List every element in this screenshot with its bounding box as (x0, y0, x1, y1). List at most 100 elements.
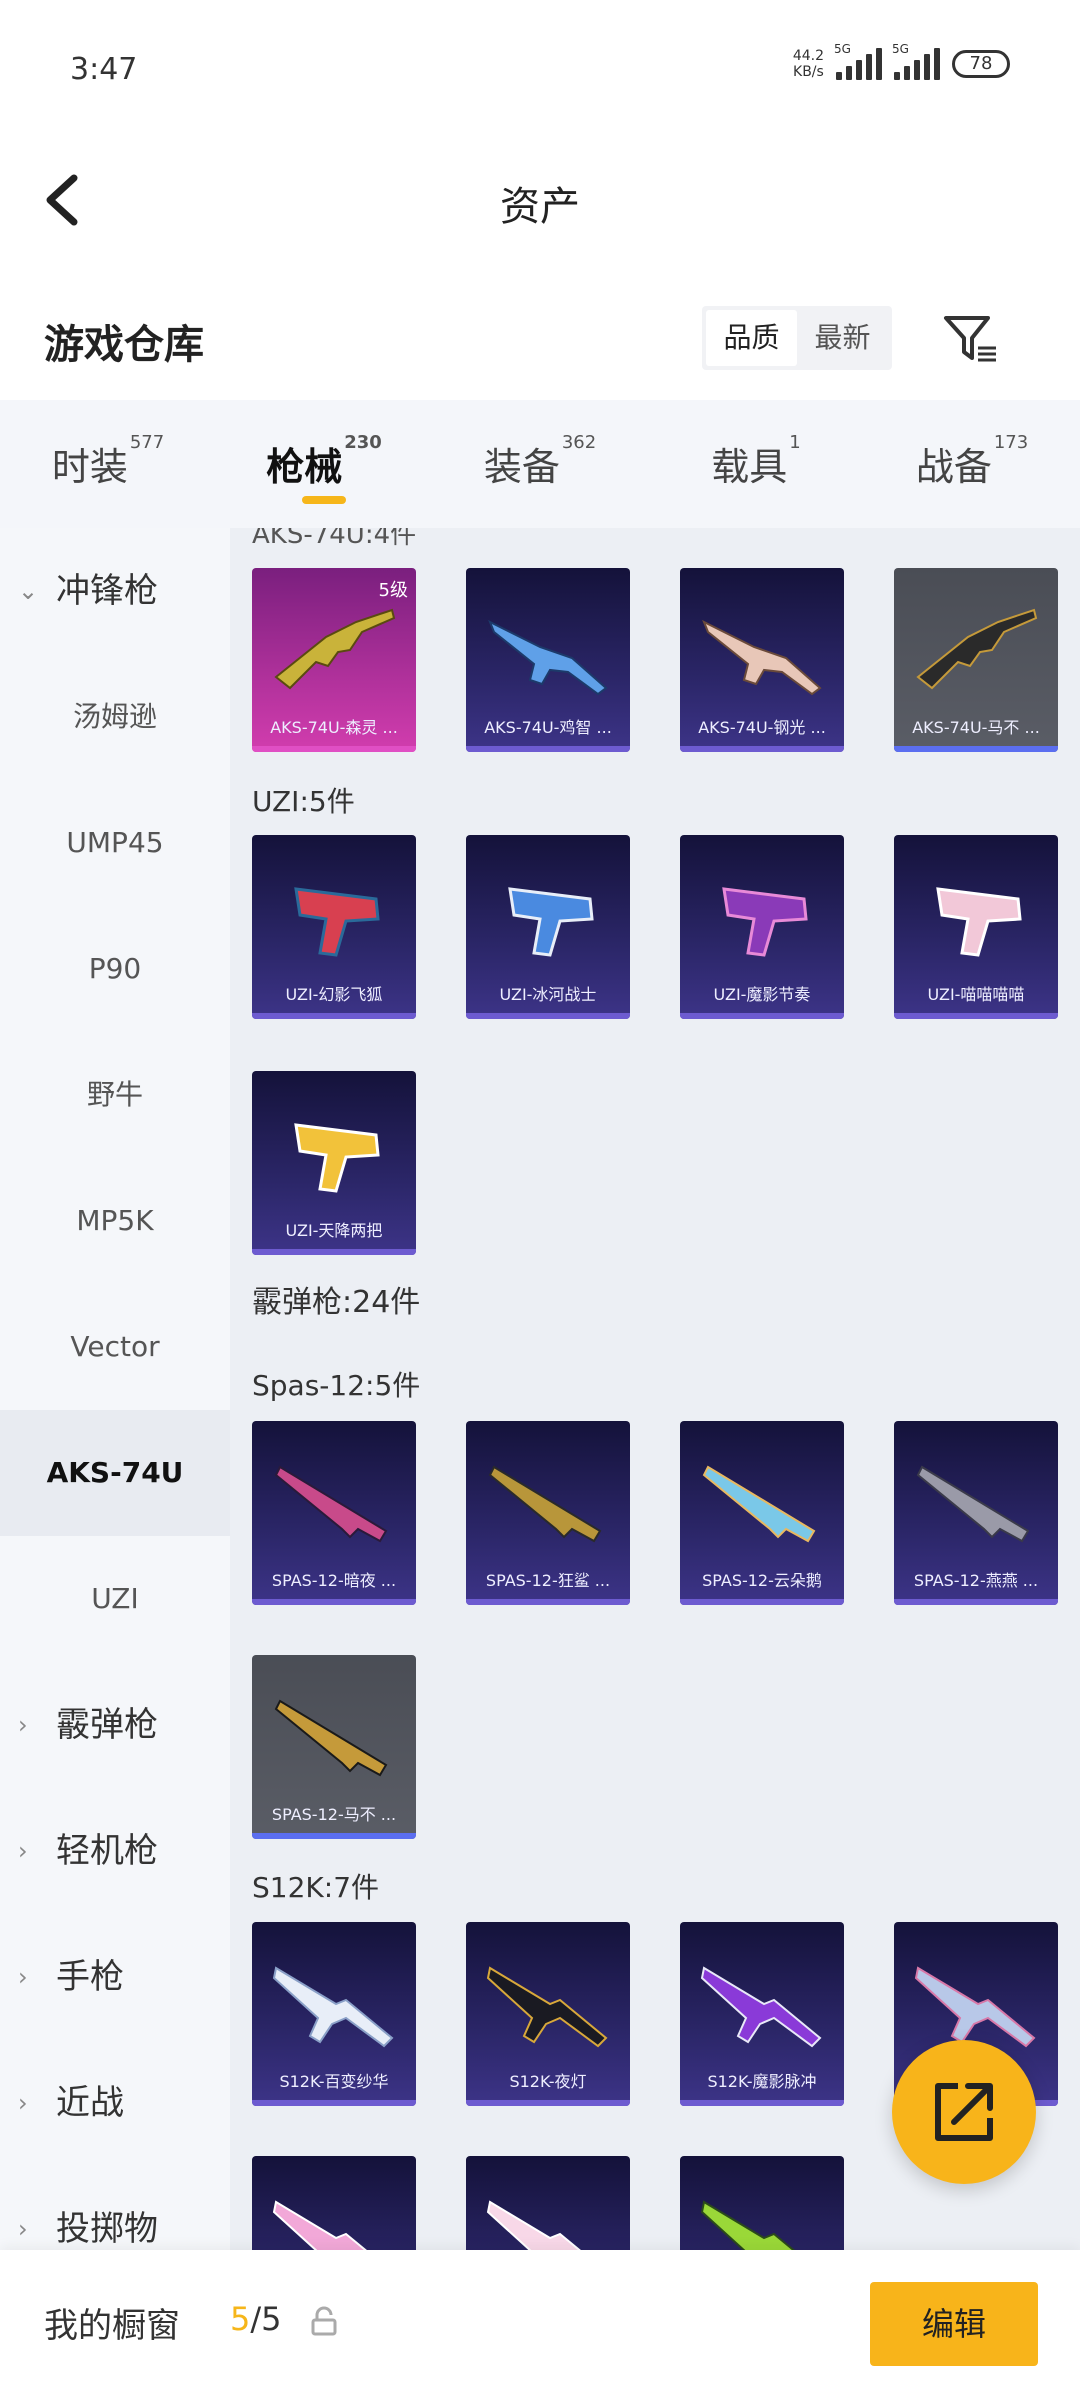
net-speed-value: 44.2 (792, 48, 824, 64)
item-card[interactable]: 5级 AKS-74U-森灵 ... (252, 568, 416, 752)
nav-item-vector[interactable]: Vector (0, 1284, 230, 1410)
showcase-label: 我的橱窗 (44, 2306, 180, 2346)
showcase-current: 5 (230, 2300, 251, 2338)
item-name: SPAS-12-暗夜 ... (271, 1571, 397, 1590)
rifle-skin-icon (488, 619, 608, 696)
tab-label: 枪械 (266, 445, 343, 489)
nav-item-p90[interactable]: P90 (0, 906, 230, 1032)
tab-count: 1 (789, 432, 801, 453)
rifle-skin-icon (700, 2200, 795, 2250)
item-name: AKS-74U-森灵 ... (270, 718, 398, 737)
item-card[interactable]: SPAS-12-狂鲨 ... (466, 1421, 630, 1605)
category-tabs: 时装577 枪械230 装备362 载具1 战备173 (0, 400, 1080, 528)
item-card[interactable]: AKS-74U-马不 ... (894, 568, 1058, 752)
rarity-bar (680, 746, 844, 752)
group-label-spas: Spas-12:5件 (252, 1369, 421, 1402)
item-name: AKS-74U-鸡智 ... (484, 718, 612, 737)
tab-fashion[interactable]: 时装577 (0, 400, 216, 528)
nav-item-bizon[interactable]: 野牛 (0, 1032, 230, 1158)
rarity-bar (680, 1599, 844, 1605)
signal-gen-2: 5G (892, 42, 909, 56)
item-name: SPAS-12-马不 ... (271, 1805, 397, 1824)
item-name: SPAS-12-云朵鹅 (702, 1571, 822, 1590)
nav-item-aks74u[interactable]: AKS-74U (0, 1410, 230, 1536)
rarity-bar (252, 746, 416, 752)
battery-icon: 78 (952, 50, 1010, 78)
nav-group-shotgun[interactable]: › 霰弹枪 (0, 1662, 230, 1788)
item-card[interactable]: UZI-幻影飞狐 (252, 835, 416, 1019)
tab-equipment[interactable]: 装备362 (432, 400, 648, 528)
tab-supplies[interactable]: 战备173 (864, 400, 1080, 528)
item-name: UZI-喵喵喵喵 (927, 985, 1025, 1004)
rifle-skin-icon (700, 1966, 822, 2048)
item-card[interactable] (466, 2156, 630, 2250)
edit-button[interactable]: 编辑 (870, 2282, 1038, 2366)
shotgun-skin-icon (274, 1699, 388, 1777)
item-card[interactable]: AKS-74U-钢光 ... (680, 568, 844, 752)
nav-item-uzi[interactable]: UZI (0, 1536, 230, 1662)
showcase-total: /5 (250, 2300, 282, 2338)
item-card[interactable]: SPAS-12-暗夜 ... (252, 1421, 416, 1605)
item-card[interactable]: SPAS-12-云朵鹅 (680, 1421, 844, 1605)
sort-newest-button[interactable]: 最新 (797, 310, 888, 366)
item-card[interactable]: AKS-74U-鸡智 ... (466, 568, 630, 752)
chevron-right-icon: › (18, 1837, 28, 1865)
pistol-skin-icon (294, 887, 380, 957)
status-indicators: 44.2 KB/s 5G 5G 78 (792, 42, 1010, 80)
nav-item-mp5k[interactable]: MP5K (0, 1158, 230, 1284)
tab-count: 362 (561, 432, 597, 453)
group-label-s12k: S12K:7件 (252, 1871, 380, 1904)
pistol-skin-icon (936, 887, 1022, 957)
item-grid: AKS-74U:4件 5级 AKS-74U-森灵 ... AKS-74U-鸡智 … (230, 528, 1080, 2250)
tab-label: 载具 (711, 445, 788, 489)
rifle-skin-icon (274, 608, 396, 690)
item-card[interactable]: SPAS-12-马不 ... (252, 1655, 416, 1839)
item-card[interactable]: SPAS-12-燕燕 ... (894, 1421, 1058, 1605)
page-title: 资产 (500, 184, 580, 230)
share-button[interactable] (892, 2040, 1036, 2184)
item-card[interactable]: UZI-魔影节奏 (680, 835, 844, 1019)
item-card[interactable]: S12K-魔影脉冲 (680, 1922, 844, 2106)
tab-guns[interactable]: 枪械230 (216, 400, 432, 528)
rarity-bar (466, 1013, 630, 1019)
tab-count: 577 (129, 432, 165, 453)
shotgun-skin-icon (274, 1465, 388, 1543)
rifle-skin-icon (272, 1966, 394, 2048)
status-bar: 3:47 44.2 KB/s 5G 5G 78 (0, 0, 1080, 140)
tab-vehicles[interactable]: 载具1 (648, 400, 864, 528)
rifle-skin-icon (702, 619, 822, 696)
nav-item-ump45[interactable]: UMP45 (0, 780, 230, 906)
item-card[interactable]: S12K-百变纱华 (252, 1922, 416, 2106)
item-card[interactable] (252, 2156, 416, 2250)
item-card[interactable]: S12K-夜灯 (466, 1922, 630, 2106)
showcase-count: 5/5 (230, 2300, 282, 2338)
pistol-skin-icon (294, 1123, 380, 1193)
net-speed-unit: KB/s (793, 64, 824, 80)
nav-item-thompson[interactable]: 汤姆逊 (0, 654, 230, 780)
rifle-skin-icon (916, 608, 1038, 690)
shotgun-skin-icon (916, 1465, 1030, 1543)
item-card[interactable]: UZI-喵喵喵喵 (894, 835, 1058, 1019)
signal-icon-1: 5G (834, 42, 882, 80)
nav-group-melee[interactable]: › 近战 (0, 2040, 230, 2166)
nav-group-lmg[interactable]: › 轻机枪 (0, 1788, 230, 1914)
item-name: AKS-74U-钢光 ... (698, 718, 826, 737)
nav-group-throwable[interactable]: › 投掷物 (0, 2166, 230, 2250)
nav-group-pistol[interactable]: › 手枪 (0, 1914, 230, 2040)
section-title: 游戏仓库 (44, 322, 204, 368)
signal-gen-1: 5G (834, 42, 851, 56)
item-card[interactable]: UZI-天降两把 (252, 1071, 416, 1255)
item-card[interactable]: UZI-冰河战士 (466, 835, 630, 1019)
filter-icon[interactable] (940, 308, 1000, 368)
showcase-footer: 我的橱窗 5/5 编辑 (0, 2250, 1080, 2400)
nav-group-smg[interactable]: ⌄ 冲锋枪 (0, 528, 230, 654)
tab-count: 230 (344, 432, 382, 453)
nav-label: 投掷物 (56, 2209, 158, 2249)
tab-label: 装备 (483, 445, 560, 489)
rifle-skin-icon (272, 2200, 367, 2250)
item-card[interactable] (680, 2156, 844, 2250)
item-name: UZI-冰河战士 (499, 985, 597, 1004)
item-name: AKS-74U-马不 ... (912, 718, 1040, 737)
chevron-right-icon: › (18, 2215, 28, 2243)
sort-quality-button[interactable]: 品质 (706, 310, 797, 366)
